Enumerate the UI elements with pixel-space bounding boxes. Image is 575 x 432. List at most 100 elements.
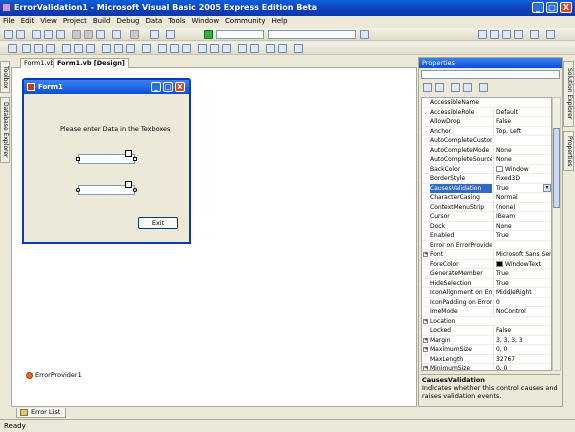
property-row[interactable]: AccessibleRole Default <box>422 107 551 117</box>
menu-build[interactable]: Build <box>90 16 114 26</box>
increase-v-spacing-icon[interactable] <box>210 44 219 53</box>
center-horizontally-icon[interactable] <box>238 44 247 53</box>
find-combo[interactable] <box>268 30 356 39</box>
size-to-grid-icon[interactable] <box>142 44 151 53</box>
menu-file[interactable]: File <box>0 16 18 26</box>
property-row[interactable]: BorderStyle Fixed3D <box>422 174 551 184</box>
align-bottoms-icon[interactable] <box>86 44 95 53</box>
error-list-tab[interactable]: Error List <box>16 408 67 418</box>
property-value[interactable]: WindowText <box>493 259 551 269</box>
menu-project[interactable]: Project <box>60 16 90 26</box>
property-value[interactable]: 3, 3, 3, 3 <box>493 335 551 345</box>
property-value[interactable]: MiddleRight <box>493 288 551 297</box>
redo-icon[interactable] <box>130 30 139 39</box>
object-selector-combo[interactable] <box>421 70 560 79</box>
property-value[interactable]: True <box>493 231 551 240</box>
property-row[interactable]: AccessibleName <box>422 98 551 108</box>
property-grid-scrollbar[interactable] <box>552 97 561 371</box>
properties-icon[interactable] <box>451 83 460 92</box>
cut-icon[interactable] <box>72 30 81 39</box>
property-value[interactable]: True <box>493 269 551 278</box>
menu-window[interactable]: Window <box>188 16 222 26</box>
property-value[interactable]: None <box>493 145 551 155</box>
property-value[interactable]: Microsoft Sans Serif, 8 <box>493 250 551 259</box>
undo-icon[interactable] <box>112 30 121 39</box>
property-row[interactable]: Enabled True <box>422 231 551 241</box>
property-row[interactable]: Anchor Top, Left <box>422 126 551 136</box>
resize-handle-icon[interactable] <box>76 157 80 161</box>
property-value[interactable]: Default <box>493 107 551 117</box>
property-value[interactable]: 0, 0 <box>493 345 551 354</box>
save-icon[interactable] <box>44 30 53 39</box>
property-row[interactable]: AllowDrop False <box>422 117 551 127</box>
property-row[interactable]: ImeMode NoControl <box>422 307 551 317</box>
property-value[interactable]: Top, Left <box>493 126 551 136</box>
property-value[interactable]: Fixed3D <box>493 174 551 183</box>
expand-icon[interactable]: + <box>423 337 428 343</box>
save-all-icon[interactable] <box>56 30 65 39</box>
make-same-height-icon[interactable] <box>114 44 123 53</box>
menu-edit[interactable]: Edit <box>18 16 38 26</box>
find-icon[interactable] <box>360 30 369 39</box>
expand-icon[interactable]: + <box>423 252 428 257</box>
close-button[interactable]: X <box>560 2 572 13</box>
menu-debug[interactable]: Debug <box>113 16 142 26</box>
toolbox-tab[interactable]: Toolbox <box>0 61 10 93</box>
make-same-size-icon[interactable] <box>126 44 135 53</box>
solution-explorer-tab[interactable]: Solution Explorer <box>563 61 574 127</box>
database-explorer-tab[interactable]: Database Explorer <box>0 97 10 163</box>
property-value[interactable]: None <box>493 221 551 231</box>
center-vertically-icon[interactable] <box>250 44 259 53</box>
smart-tag-icon[interactable] <box>125 181 132 188</box>
property-row[interactable]: BackColor Window <box>422 164 551 174</box>
menu-data[interactable]: Data <box>142 16 165 26</box>
property-grid[interactable]: AccessibleName AccessibleRole Default Allow… <box>421 97 552 371</box>
property-row[interactable]: Locked False <box>422 326 551 336</box>
bring-to-front-icon[interactable] <box>266 44 275 53</box>
alphabetical-icon[interactable] <box>435 83 444 92</box>
solution-explorer-icon[interactable] <box>478 30 487 39</box>
maximize-button[interactable]: □ <box>546 2 558 13</box>
property-row[interactable]: CausesValidation True ▾ <box>422 183 551 193</box>
property-row[interactable]: CharacterCasing Normal <box>422 193 551 203</box>
properties-window-icon[interactable] <box>490 30 499 39</box>
categorized-icon[interactable] <box>423 83 432 92</box>
exit-button[interactable]: Exit <box>138 217 178 229</box>
property-value[interactable]: NoControl <box>493 307 551 316</box>
property-value[interactable]: 0 <box>493 297 551 307</box>
property-row[interactable]: HideSelection True <box>422 278 551 288</box>
add-item-icon[interactable] <box>16 30 25 39</box>
resize-handle-icon[interactable] <box>133 188 137 192</box>
configuration-combo[interactable] <box>216 30 264 39</box>
property-row[interactable]: AutoCompleteMode None <box>422 145 551 155</box>
expand-icon[interactable]: + <box>423 347 428 352</box>
decrease-v-spacing-icon[interactable] <box>222 44 231 53</box>
property-row[interactable]: + Margin 3, 3, 3, 3 <box>422 335 551 345</box>
align-rights-icon[interactable] <box>46 44 55 53</box>
property-pages-icon[interactable] <box>479 83 488 92</box>
property-row[interactable]: IconPadding on ErrorPr 0 <box>422 297 551 307</box>
property-value[interactable]: False <box>493 326 551 335</box>
property-row[interactable]: + MaximumSize 0, 0 <box>422 345 551 355</box>
minimize-button[interactable]: _ <box>532 2 544 13</box>
property-row[interactable]: MaxLength 32767 <box>422 354 551 364</box>
property-row[interactable]: Dock None <box>422 221 551 231</box>
property-value[interactable]: IBeam <box>493 212 551 221</box>
toolbar-options-icon[interactable] <box>546 30 555 39</box>
property-row[interactable]: + Location <box>422 317 551 326</box>
align-lefts-icon[interactable] <box>22 44 31 53</box>
property-row[interactable]: ForeColor WindowText <box>422 259 551 269</box>
expand-icon[interactable]: + <box>423 366 428 370</box>
resize-handle-icon[interactable] <box>76 188 80 192</box>
object-browser-icon[interactable] <box>502 30 511 39</box>
menu-tools[interactable]: Tools <box>165 16 188 26</box>
properties-tab[interactable]: Properties <box>563 131 574 171</box>
menu-community[interactable]: Community <box>222 16 269 26</box>
toolbox-icon[interactable] <box>514 30 523 39</box>
property-value[interactable]: 32767 <box>493 354 551 364</box>
open-icon[interactable] <box>32 30 41 39</box>
property-row[interactable]: +Font Microsoft Sans Serif, 8 <box>422 250 551 260</box>
property-value[interactable]: (none) <box>493 202 551 212</box>
property-row[interactable]: Error on ErrorProvider1 <box>422 241 551 250</box>
navigate-forward-icon[interactable] <box>166 30 175 39</box>
